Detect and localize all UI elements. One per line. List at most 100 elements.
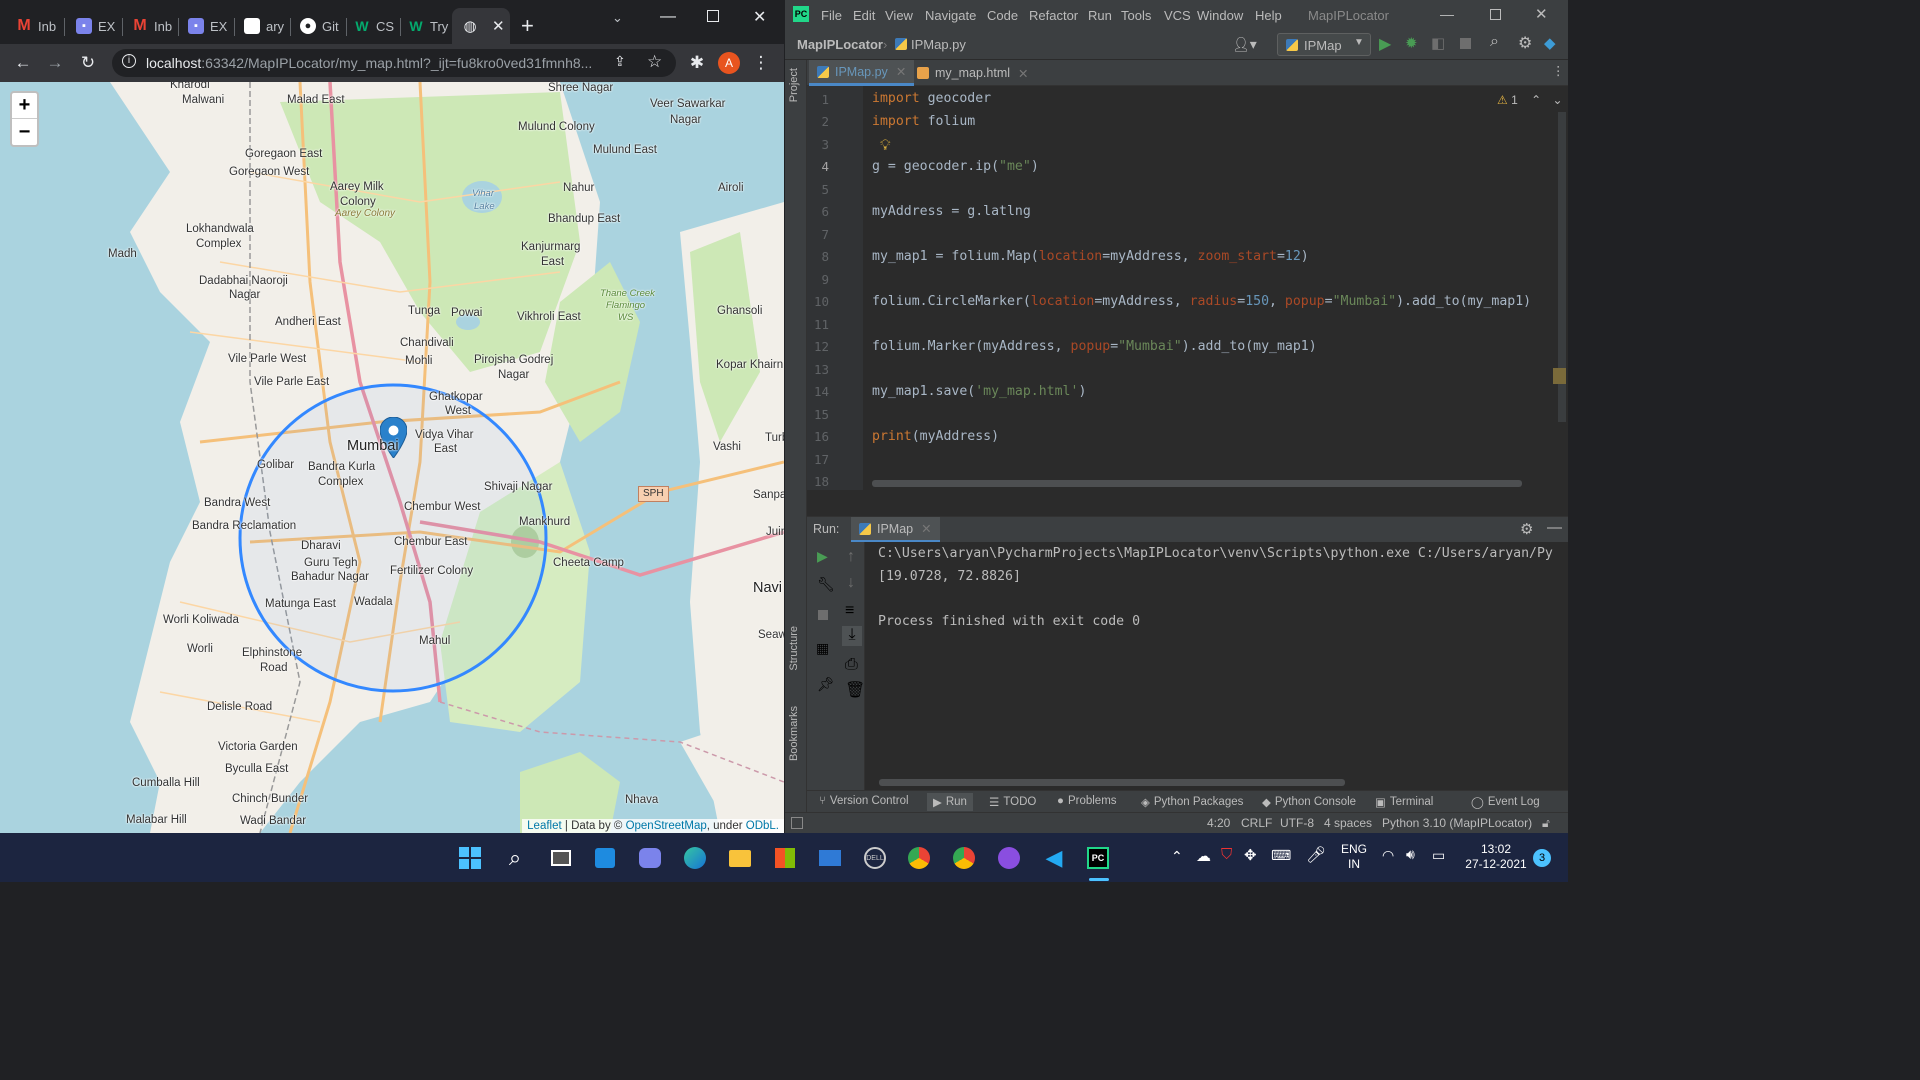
caret-position[interactable]: 4:20 [1207,816,1230,830]
dell-icon[interactable]: DELL [862,845,888,871]
menu-code[interactable]: Code [987,8,1018,23]
extensions-icon[interactable]: ✱ [684,50,710,76]
hide-panel-icon[interactable]: — [1547,519,1562,536]
line-separator[interactable]: CRLF [1241,816,1272,830]
tab-event-log[interactable]: ◯ Event Log [1471,795,1540,809]
minimize-icon[interactable]: — [660,8,676,26]
widgets-icon[interactable] [592,845,618,871]
structure-tool-button[interactable]: Structure [788,626,800,671]
debug-icon[interactable]: ✹ [1405,34,1418,52]
share-icon[interactable]: ⇪ [614,53,626,70]
menu-window[interactable]: Window [1197,8,1243,23]
tab-my-map-html[interactable]: my_map.html ✕ [909,60,1037,86]
project-tool-button[interactable]: Project [788,68,800,102]
info-icon[interactable]: i [122,54,136,68]
tab-run[interactable]: ▶ Run [927,793,973,811]
task-view-icon[interactable] [548,845,574,871]
start-windows-icon[interactable] [457,845,483,871]
close-tab-icon[interactable]: ✕ [1018,66,1028,81]
close-tab-icon[interactable]: ✕ [896,64,906,79]
onedrive-icon[interactable]: ☁ [1196,847,1211,865]
tab-teams-2[interactable]: ▪ EX [178,8,234,44]
edge-icon[interactable] [682,845,708,871]
maximize-icon[interactable] [707,10,719,22]
dropbox-icon[interactable]: ✥ [1244,846,1257,864]
python-interpreter[interactable]: Python 3.10 (MapIPLocator) [1382,816,1532,830]
print-icon[interactable]: ⎙ [845,656,858,674]
keyboard-icon[interactable]: ⌨ [1271,847,1291,864]
wifi-icon[interactable]: ◠ [1382,847,1394,864]
back-icon[interactable]: ← [10,50,36,76]
zoom-out-button[interactable]: − [12,119,37,145]
menu-help[interactable]: Help [1255,8,1282,23]
tab-w3schools-1[interactable]: W CS [344,8,400,44]
tab-ipmap-py[interactable]: IPMap.py ✕ [809,60,915,86]
search-icon[interactable]: ⌕ [1490,33,1499,51]
menu-kebab-icon[interactable]: ⋮ [748,50,774,76]
rerun-icon[interactable]: ▶ [817,548,828,565]
battery-icon[interactable]: ▭ [1432,847,1445,864]
soft-wrap-icon[interactable]: ≡ [845,602,854,620]
close-window-icon[interactable]: ✕ [753,7,766,27]
arrow-down-icon[interactable]: ↓ [847,574,855,592]
profile-avatar[interactable]: A [718,52,740,74]
settings-gear-icon[interactable]: ⚙ [1520,520,1533,538]
tab-python-packages[interactable]: ◈ Python Packages [1141,795,1243,809]
chrome-profile-icon[interactable] [951,845,977,871]
run-icon[interactable]: ▶ [1379,34,1391,54]
leaflet-link[interactable]: Leaflet [527,820,562,832]
run-config-select[interactable]: IPMap ▼ [1277,33,1371,56]
toggle-tool-windows-icon[interactable] [791,817,803,829]
menu-refactor[interactable]: Refactor [1029,8,1078,23]
forward-icon[interactable]: → [42,50,68,76]
layout-icon[interactable]: ▦ [816,640,829,657]
wrench-icon[interactable]: 🔧︎ [817,576,835,593]
pycharm-taskbar-icon[interactable]: PC [1085,845,1111,871]
run-console[interactable]: C:\Users\aryan\PycharmProjects\MapIPLoca… [865,542,1568,790]
trash-icon[interactable]: 🗑︎ [845,680,865,700]
notification-badge[interactable]: 3 [1533,849,1551,867]
address-bar[interactable]: i localhost:63342/MapIPLocator/my_map.ht… [112,49,676,77]
bookmarks-tool-button[interactable]: Bookmarks [788,706,800,761]
file-encoding[interactable]: UTF-8 [1280,816,1314,830]
breadcrumb-file[interactable]: IPMap.py [911,37,966,52]
tab-github[interactable]: ● Git [290,8,346,44]
tab-gmail-1[interactable]: M Inb [6,8,62,44]
arrow-up-icon[interactable]: ↑ [847,548,855,566]
tab-todo[interactable]: ☰ TODO [989,795,1036,809]
lightbulb-icon[interactable]: 💡︎ [880,137,891,154]
tab-teams-1[interactable]: ▪ EX [66,8,122,44]
teams-chat-icon[interactable] [637,845,663,871]
warning-indicator[interactable]: ⚠ 1 ⌃ ⌄ [1497,93,1563,107]
coverage-icon[interactable]: ◧ [1431,34,1445,52]
search-icon[interactable]: ⌕ [502,845,528,871]
menu-view[interactable]: View [885,8,913,23]
menu-vcs[interactable]: VCS [1164,8,1191,23]
zoom-in-button[interactable]: + [12,93,37,119]
close-window-icon[interactable]: ✕ [1535,5,1548,23]
menu-navigate[interactable]: Navigate [925,8,976,23]
menu-tools[interactable]: Tools [1121,8,1151,23]
chrome-icon[interactable] [906,845,932,871]
minimize-icon[interactable]: — [1440,6,1454,22]
odbl-link[interactable]: ODbL. [746,820,779,832]
maximize-icon[interactable] [1490,9,1501,20]
more-tabs-icon[interactable]: ⋮ [1552,63,1565,78]
mcafee-icon[interactable]: ⛉ [1221,846,1232,863]
stop-icon[interactable] [818,610,828,620]
lock-icon[interactable]: 🔓︎ [1542,816,1550,831]
user-icon[interactable]: 👤︎▾ [1232,36,1257,53]
vscode-icon[interactable]: ◀ [1041,845,1067,871]
menu-run[interactable]: Run [1088,8,1112,23]
show-hidden-icons[interactable]: ⌃ [1171,848,1183,865]
file-explorer-icon[interactable] [727,845,753,871]
reload-icon[interactable]: ↻ [75,50,101,76]
settings-gear-icon[interactable]: ⚙ [1518,33,1532,53]
menu-edit[interactable]: Edit [853,8,875,23]
menu-file[interactable]: File [821,8,842,23]
bookmark-star-icon[interactable]: ☆ [647,52,662,72]
tab-gmail-2[interactable]: M Inb [122,8,178,44]
leaflet-map[interactable]: Kharodi Malwani Malad East Shree Nagar V… [0,82,784,833]
tab-problems[interactable]: ● Problems [1057,795,1117,807]
close-tab-icon[interactable]: ✕ [492,17,505,35]
